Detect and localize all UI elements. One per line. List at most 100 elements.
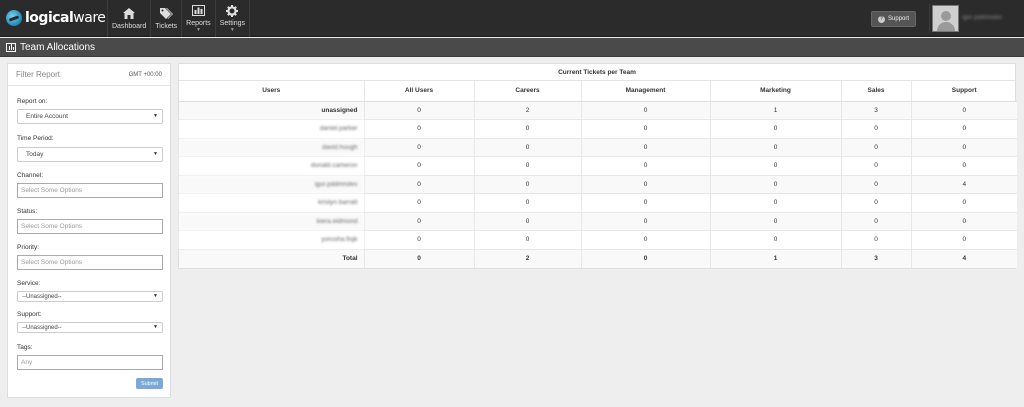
table-row: yorusha.fisjk 0 0 0 0 0 0 — [179, 230, 1017, 249]
count-cell: 0 — [473, 137, 581, 157]
column-header: Users — [179, 81, 364, 102]
service-label: Service: — [17, 280, 41, 287]
count-cell: 0 — [580, 156, 710, 175]
tags-placeholder: Any — [21, 359, 33, 366]
count-cell: 0 — [580, 100, 710, 120]
main-nav: Dashboard Tickets Reports ▼ Settings ▼ — [107, 0, 250, 37]
table-row: daniel.parker 0 0 0 0 0 0 — [179, 119, 1017, 138]
status-placeholder: Select Some Options — [21, 223, 83, 230]
report-on-label: Report on: — [17, 98, 48, 105]
nav-tickets[interactable]: Tickets — [150, 0, 181, 37]
count-cell: 0 — [709, 156, 841, 175]
priority-multiselect[interactable]: Select Some Options — [17, 255, 163, 270]
chevron-down-icon: ▼ — [153, 151, 158, 157]
time-period-select[interactable]: Today ▼ — [17, 147, 163, 162]
page-title-bar: Team Allocations — [0, 38, 1024, 57]
total-cell: 0 — [363, 248, 474, 268]
channel-placeholder: Select Some Options — [21, 187, 83, 194]
table-row: unassigned 0 2 0 1 3 0 — [179, 100, 1017, 120]
time-period-value: Today — [26, 151, 44, 158]
user-cell: unassigned — [179, 100, 364, 120]
user-menu[interactable]: Igor pddmndes — [929, 4, 1024, 33]
count-cell: 0 — [473, 119, 581, 138]
total-cell: 4 — [910, 248, 1017, 268]
count-cell: 0 — [473, 230, 581, 249]
chevron-down-icon: ▼ — [229, 27, 235, 33]
count-cell: 1 — [709, 100, 841, 120]
support-select[interactable]: --Unassigned-- ▼ — [17, 322, 163, 333]
count-cell: 0 — [840, 137, 911, 157]
support-value: --Unassigned-- — [22, 324, 62, 331]
count-cell: 0 — [709, 193, 841, 212]
support-button[interactable]: ? Support — [871, 11, 916, 27]
user-cell: yorusha.fisjk — [179, 230, 364, 249]
logo-text: logicalware — [25, 10, 106, 26]
count-cell: 0 — [580, 193, 710, 212]
table-row: kristyn.barratt 0 0 0 0 0 0 — [179, 193, 1017, 212]
channel-label: Channel: — [17, 172, 44, 179]
count-cell: 0 — [910, 137, 1017, 157]
bar-chart-icon — [6, 42, 16, 52]
channel-multiselect[interactable]: Select Some Options — [17, 183, 163, 198]
count-cell: 0 — [580, 230, 710, 249]
status-label: Status: — [17, 208, 38, 215]
service-select[interactable]: --Unassigned-- ▼ — [17, 291, 163, 302]
table-row: kiera.eidmond 0 0 0 0 0 0 — [179, 211, 1017, 231]
count-cell: 0 — [580, 137, 710, 157]
count-cell: 0 — [580, 174, 710, 194]
count-cell: 0 — [363, 211, 474, 231]
chevron-down-icon: ▼ — [153, 293, 158, 299]
column-header: Sales — [840, 81, 911, 102]
column-header: Marketing — [709, 81, 841, 102]
count-cell: 0 — [910, 211, 1017, 231]
table-row: igor.pddmndes 0 0 0 0 0 4 — [179, 174, 1017, 194]
count-cell: 0 — [910, 193, 1017, 212]
count-cell: 0 — [709, 119, 841, 138]
status-multiselect[interactable]: Select Some Options — [17, 219, 163, 234]
count-cell: 0 — [840, 119, 911, 138]
count-cell: 0 — [363, 174, 474, 194]
support-filter-label: Support: — [17, 311, 42, 318]
count-cell: 0 — [709, 230, 841, 249]
count-cell: 0 — [840, 211, 911, 231]
tags-input[interactable]: Any — [17, 355, 163, 370]
nav-settings[interactable]: Settings ▼ — [214, 0, 250, 37]
logo[interactable]: logicalware — [6, 9, 106, 27]
user-cell: igor.pddmndes — [179, 174, 364, 194]
nav-dashboard[interactable]: Dashboard — [107, 0, 150, 37]
report-on-select[interactable]: Entire Account ▼ — [17, 109, 163, 124]
table-row: david.hough 0 0 0 0 0 0 — [179, 137, 1017, 157]
nav-reports[interactable]: Reports ▼ — [181, 0, 215, 37]
column-header: Support — [910, 81, 1017, 102]
count-cell: 0 — [910, 230, 1017, 249]
table-header-row: Users All Users Careers Management Marketing… — [179, 81, 1017, 102]
count-cell: 0 — [473, 193, 581, 212]
count-cell: 0 — [910, 156, 1017, 175]
tags-label: Tags: — [17, 344, 33, 351]
user-cell: david.hough — [179, 137, 364, 157]
user-cell: kiera.eidmond — [179, 211, 364, 231]
page-title: Team Allocations — [20, 41, 96, 53]
count-cell: 0 — [363, 193, 474, 212]
team-allocations-table: Users All Users Careers Management Marketing… — [179, 81, 1017, 268]
chevron-down-icon: ▼ — [195, 27, 201, 33]
nav-settings-label: Settings — [219, 20, 245, 27]
count-cell: 0 — [580, 211, 710, 231]
submit-button[interactable]: Submit — [136, 378, 163, 389]
home-icon — [122, 7, 136, 20]
report-panel: Current Tickets per Team Users All Users C… — [178, 63, 1017, 269]
count-cell: 3 — [840, 100, 911, 120]
column-header: All Users — [363, 81, 474, 102]
top-navbar: logicalware Dashboard Tickets Reports ▼ — [0, 0, 1024, 37]
count-cell: 0 — [709, 211, 841, 231]
count-cell: 0 — [709, 174, 841, 194]
total-cell: 3 — [840, 248, 911, 268]
column-header: Management — [580, 81, 710, 102]
count-cell: 2 — [473, 100, 581, 120]
count-cell: 0 — [910, 100, 1017, 120]
service-value: --Unassigned-- — [22, 293, 62, 300]
tags-icon — [159, 7, 173, 20]
count-cell: 0 — [473, 174, 581, 194]
logo-globe-icon — [6, 10, 22, 26]
chevron-down-icon: ▼ — [153, 324, 158, 330]
